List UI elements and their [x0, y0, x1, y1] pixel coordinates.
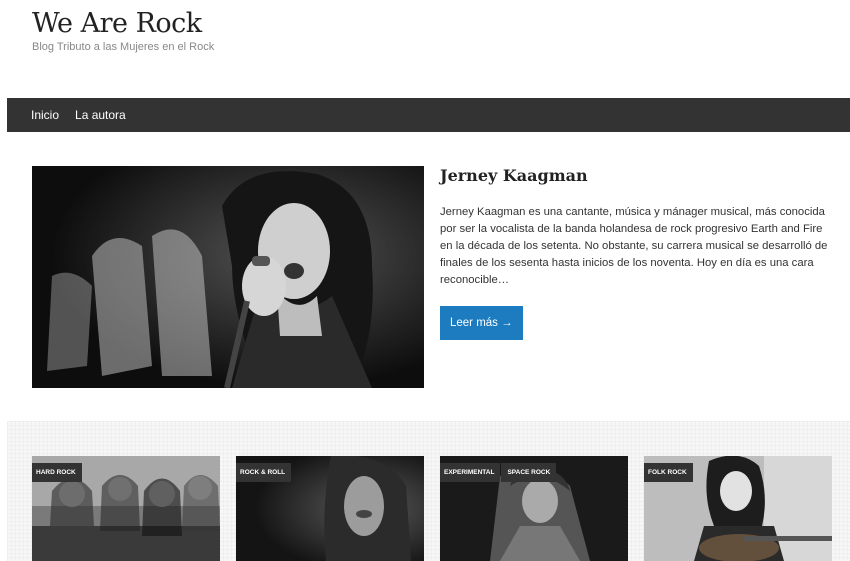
site-title[interactable]: We Are Rock: [32, 8, 214, 40]
tag-badge[interactable]: HARD ROCK: [32, 463, 82, 482]
tag-badge[interactable]: SPACE ROCK: [501, 463, 557, 482]
tag-badge[interactable]: EXPERIMENTAL: [440, 463, 501, 482]
tag-badge[interactable]: ROCK & ROLL: [236, 463, 292, 482]
post-card-experimental[interactable]: EXPERIMENTAL SPACE ROCK: [440, 456, 628, 561]
post-card-folk-rock[interactable]: FOLK ROCK: [644, 456, 832, 561]
card-tags: FOLK ROCK: [644, 463, 693, 482]
tag-badge[interactable]: FOLK ROCK: [644, 463, 693, 482]
card-tags: EXPERIMENTAL SPACE ROCK: [440, 463, 557, 482]
nav-item-inicio[interactable]: Inicio: [31, 108, 59, 122]
site-description: Blog Tributo a las Mujeres en el Rock: [32, 41, 215, 53]
featured-excerpt: Jerney Kaagman es una cantante, música y…: [440, 206, 828, 286]
featured-post: Jerney Kaagman Jerney Kaagman es una can…: [440, 166, 835, 340]
featured-title[interactable]: Jerney Kaagman: [440, 166, 835, 185]
featured-image[interactable]: [32, 166, 424, 388]
card-tags: ROCK & ROLL: [236, 463, 292, 482]
read-more-button[interactable]: Leer más →: [440, 306, 523, 340]
site-header: We Are Rock Blog Tributo a las Mujeres e…: [32, 8, 214, 53]
main-nav: Inicio La autora: [7, 98, 850, 132]
nav-item-la-autora[interactable]: La autora: [75, 108, 126, 122]
post-card-rock-and-roll[interactable]: ROCK & ROLL: [236, 456, 424, 561]
post-card-hard-rock[interactable]: HARD ROCK: [32, 456, 220, 561]
card-tags: HARD ROCK: [32, 463, 82, 482]
